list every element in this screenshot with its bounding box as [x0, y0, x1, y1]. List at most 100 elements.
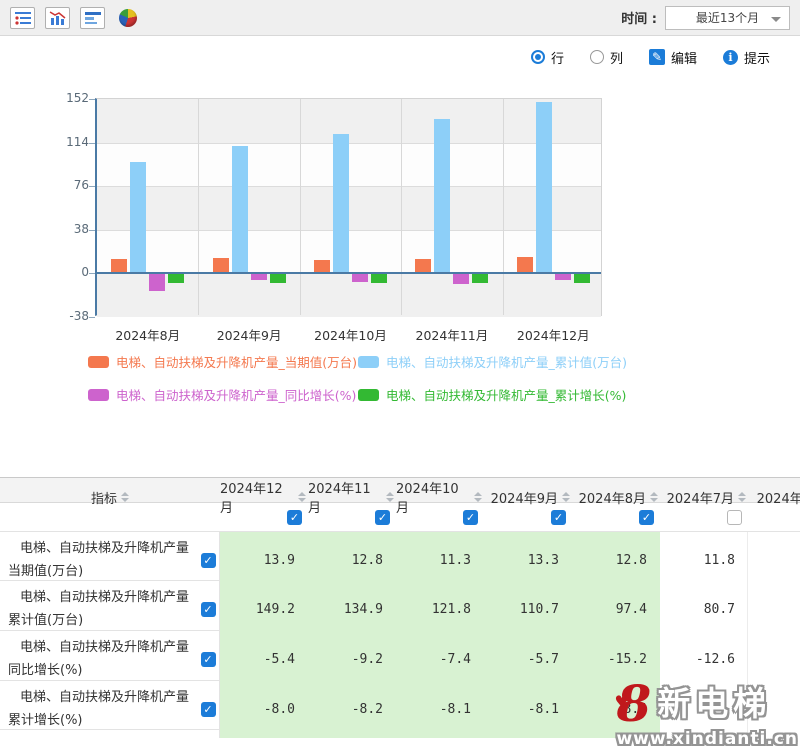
table-cell: -15.2 [572, 631, 660, 688]
table-row: 电梯、自动扶梯及升降机产量 累计值(万台) 149.2 134.9 121.8 … [0, 581, 800, 631]
table-row: 电梯、自动扶梯及升降机产量 累计增长(%) -8.0 -8.2 -8.1 -8.… [0, 681, 800, 730]
list-view-glyph [14, 11, 32, 25]
y-axis-label: 76 [53, 178, 89, 192]
legend-item[interactable]: 电梯、自动扶梯及升降机产量_同比增长(%) [88, 385, 358, 404]
sort-icon [562, 492, 570, 502]
row-checkbox-cell [197, 581, 220, 638]
legend-label: 电梯、自动扶梯及升降机产量_累计值(万台) [386, 352, 627, 371]
edit-pencil-icon: ✎ [649, 49, 665, 65]
table-cell [748, 681, 800, 738]
y-axis-label: 38 [53, 222, 89, 236]
table-cell: -8.0 [220, 681, 308, 738]
y-axis-tick [89, 143, 95, 144]
row-radio-option[interactable]: 行 [531, 48, 564, 67]
sort-icon [386, 492, 394, 502]
pie-chart-icon[interactable] [115, 7, 140, 29]
legend-item[interactable]: 电梯、自动扶梯及升降机产量_累计值(万台) [358, 352, 627, 371]
radio-unselected-icon[interactable] [590, 50, 604, 64]
edit-button[interactable]: ✎ 编辑 [649, 48, 697, 67]
radio-selected-icon[interactable] [531, 50, 545, 64]
legend-item[interactable]: 电梯、自动扶梯及升降机产量_累计增长(%) [358, 385, 627, 404]
chart-bar [213, 258, 229, 273]
chart-bar [111, 259, 127, 274]
sort-icon [650, 492, 658, 502]
y-axis-label: 114 [53, 135, 89, 149]
controls-bar: 行 列 ✎ 编辑 i 提示 [0, 36, 800, 78]
table-cell: -8.4 [572, 681, 660, 738]
edit-label: 编辑 [671, 48, 697, 67]
x-axis-label: 2024年12月 [503, 325, 604, 344]
row-label: 电梯、自动扶梯及升降机产量 同比增长(%) [0, 631, 197, 688]
chevron-down-icon [771, 17, 781, 22]
time-label: 时间 : [621, 8, 657, 27]
legend-swatch-green [358, 389, 379, 401]
sort-icon [298, 492, 306, 502]
time-range-dropdown[interactable]: 最近13个月 [665, 6, 790, 30]
legend-label: 电梯、自动扶梯及升降机产量_当期值(万台) [116, 352, 357, 371]
chart-plot: 15211476380-382024年8月2024年9月2024年10月2024… [95, 98, 602, 316]
chart-bar [270, 273, 286, 282]
bar-line-chart-glyph [49, 10, 67, 26]
y-axis-tick [89, 317, 95, 318]
column-checkbox[interactable] [639, 510, 654, 525]
column-checkbox[interactable] [375, 510, 390, 525]
row-checkbox[interactable] [201, 652, 216, 667]
table-cell [748, 581, 800, 638]
chart-section: 15211476380-382024年8月2024年9月2024年10月2024… [0, 78, 800, 477]
list-view-icon[interactable] [10, 7, 35, 29]
column-checkbox[interactable] [727, 510, 742, 525]
row-label: 电梯、自动扶梯及升降机产量 累计值(万台) [0, 581, 197, 638]
chart-bar [333, 134, 349, 274]
row-option-label: 行 [551, 48, 564, 67]
month-separator [198, 99, 199, 315]
legend-label: 电梯、自动扶梯及升降机产量_同比增长(%) [116, 385, 356, 404]
data-table: 指标 2024年12月 2024年11月 2024年10月 2024年9月 20… [0, 477, 800, 730]
page: 时间 : 最近13个月 行 列 ✎ 编辑 i 提示 15211476380-38… [0, 0, 800, 751]
sort-icon [121, 492, 129, 502]
legend-item[interactable]: 电梯、自动扶梯及升降机产量_当期值(万台) [88, 352, 358, 371]
plot-band [97, 143, 601, 187]
row-checkbox[interactable] [201, 702, 216, 717]
column-radio-option[interactable]: 列 [590, 48, 623, 67]
y-axis-tick [89, 273, 95, 274]
legend-label: 电梯、自动扶梯及升降机产量_累计增长(%) [386, 385, 626, 404]
chart-bar [472, 273, 488, 282]
table-cell: -8.1 [484, 681, 572, 738]
bar-line-chart-icon[interactable] [45, 7, 70, 29]
table-cell: 97.4 [572, 581, 660, 638]
table-cell: 134.9 [308, 581, 396, 638]
chart-bar [168, 273, 184, 283]
legend-swatch-purple [88, 389, 109, 401]
horizontal-bars-icon[interactable] [80, 7, 105, 29]
row-checkbox-cell [197, 631, 220, 688]
zero-axis-line [97, 272, 601, 274]
chart-bar [517, 257, 533, 273]
column-checkbox-cell [748, 503, 800, 531]
y-axis-tick [89, 99, 95, 100]
column-checkbox[interactable] [463, 510, 478, 525]
column-checkbox-cell [396, 503, 484, 531]
time-range-value: 最近13个月 [696, 9, 759, 26]
row-label: 电梯、自动扶梯及升降机产量 累计增长(%) [0, 681, 197, 738]
y-axis-tick [89, 230, 95, 231]
row-checkbox[interactable] [201, 553, 216, 568]
y-axis-label: 152 [53, 91, 89, 105]
table-cell: -12.6 [660, 631, 748, 688]
table-row: 电梯、自动扶梯及升降机产量 当期值(万台) 13.9 12.8 11.3 13.… [0, 532, 800, 581]
table-cell [660, 681, 748, 738]
table-cell: 149.2 [220, 581, 308, 638]
row-checkbox[interactable] [201, 602, 216, 617]
x-axis-label: 2024年9月 [198, 325, 299, 344]
column-checkbox-cell [308, 503, 396, 531]
column-checkbox[interactable] [287, 510, 302, 525]
chart-bar [434, 119, 450, 274]
tip-label: 提示 [744, 48, 770, 67]
table-cell: -5.7 [484, 631, 572, 688]
column-checkbox[interactable] [551, 510, 566, 525]
table-header-row: 指标 2024年12月 2024年11月 2024年10月 2024年9月 20… [0, 478, 800, 503]
chart-bar [453, 273, 469, 284]
table-cell: -9.2 [308, 631, 396, 688]
info-icon: i [723, 50, 738, 65]
empty-cell [0, 503, 220, 531]
tip-button[interactable]: i 提示 [723, 48, 770, 67]
